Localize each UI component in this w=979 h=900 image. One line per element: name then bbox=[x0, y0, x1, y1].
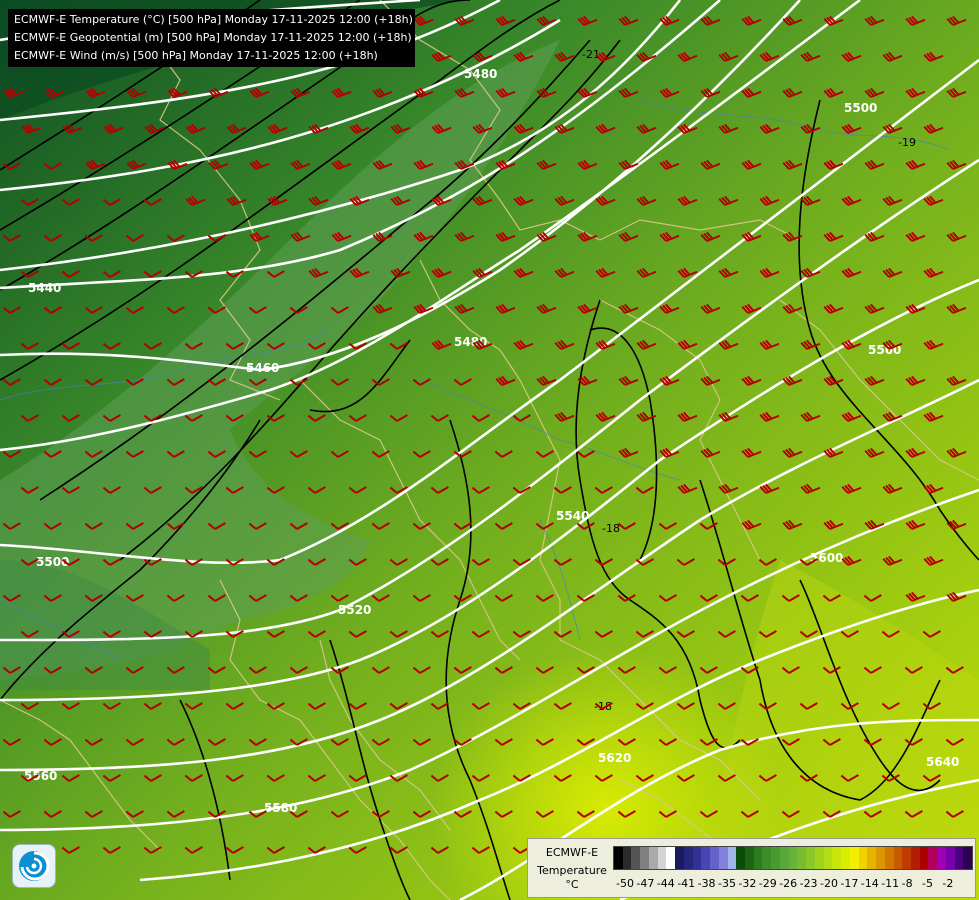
legend-swatch bbox=[797, 847, 807, 869]
legend-tick-label: -23 bbox=[799, 877, 818, 890]
legend-swatch bbox=[867, 847, 877, 869]
legend-tick-label: -38 bbox=[697, 877, 716, 890]
legend-swatch bbox=[753, 847, 763, 869]
legend-swatch bbox=[718, 847, 728, 869]
legend-tick-label: -5 bbox=[922, 877, 933, 890]
ecmwf-logo bbox=[12, 844, 56, 888]
legend-tick-label: -32 bbox=[738, 877, 757, 890]
isotherm-label: -19 bbox=[898, 136, 916, 149]
isohypse-label: 5440 bbox=[28, 281, 61, 295]
legend-tick-label: -35 bbox=[718, 877, 736, 890]
legend-tick-label: -20 bbox=[820, 877, 838, 890]
isohypse-label: 5620 bbox=[598, 751, 631, 765]
legend-swatch bbox=[614, 847, 623, 869]
legend-swatch bbox=[771, 847, 780, 869]
legend-tick-label: -50 bbox=[616, 877, 634, 890]
legend-unit: °C bbox=[565, 878, 579, 891]
swirl-icon bbox=[19, 851, 50, 881]
legend-swatch bbox=[963, 847, 973, 869]
legend-swatch bbox=[806, 847, 815, 869]
isotherm-label: -18 bbox=[594, 700, 612, 713]
legend-subtitle: Temperature bbox=[537, 864, 607, 877]
temperature-legend: ECMWF-E Temperature °C -50 -47 -44 -41 -38 -3… bbox=[527, 838, 976, 898]
header-geopotential-line: ECMWF-E Geopotential (m) [500 hPa] Monda… bbox=[14, 31, 412, 44]
header-temperature-line: ECMWF-E Temperature (°C) [500 hPa] Monda… bbox=[14, 13, 413, 26]
legend-swatch bbox=[727, 847, 737, 869]
legend-tick-label: -8 bbox=[901, 877, 913, 890]
legend-tick-label: -41 bbox=[677, 877, 696, 890]
legend-swatch bbox=[692, 847, 702, 869]
legend-swatch bbox=[745, 847, 754, 869]
legend-swatch bbox=[666, 847, 676, 869]
legend-swatch bbox=[954, 847, 964, 869]
legend-tick-label: -29 bbox=[758, 877, 777, 890]
isotherm-label: -18 bbox=[602, 522, 620, 535]
isohypse-label: 5460 bbox=[246, 361, 279, 375]
legend-swatch bbox=[657, 847, 667, 869]
legend-tick-label: -17 bbox=[840, 877, 859, 890]
legend-swatch bbox=[710, 847, 719, 869]
legend-swatch bbox=[736, 847, 746, 869]
legend-swatch bbox=[631, 847, 641, 869]
legend-swatch bbox=[640, 847, 649, 869]
isohypse-label: 5480 bbox=[464, 67, 497, 81]
legend-tick-label: -11 bbox=[881, 877, 900, 890]
isohypse-label: 5540 bbox=[556, 509, 589, 523]
isohypse-label: 5600 bbox=[810, 551, 843, 565]
legend-swatch bbox=[937, 847, 946, 869]
legend-swatch bbox=[648, 847, 658, 869]
legend-swatch bbox=[945, 847, 955, 869]
legend-tick-label: -26 bbox=[779, 877, 798, 890]
legend-colorbar bbox=[613, 846, 973, 870]
legend-swatch bbox=[683, 847, 693, 869]
legend-tick-label: -14 bbox=[860, 877, 879, 890]
legend-swatch bbox=[849, 847, 859, 869]
legend-tick-label: -2 bbox=[942, 877, 954, 890]
legend-swatch bbox=[762, 847, 772, 869]
isohypse-label: 5520 bbox=[338, 603, 371, 617]
legend-tick-label: -47 bbox=[636, 877, 655, 890]
weather-map: 5440 5460 5480 5500 5520 5540 5560 5580 … bbox=[0, 0, 979, 900]
isohypse-label: 5640 bbox=[926, 755, 959, 769]
legend-swatch bbox=[858, 847, 868, 869]
legend-swatch bbox=[779, 847, 789, 869]
legend-swatch bbox=[701, 847, 711, 869]
legend-swatch bbox=[919, 847, 929, 869]
legend-title: ECMWF-E bbox=[545, 846, 599, 859]
legend-swatch bbox=[675, 847, 684, 869]
legend-swatch bbox=[832, 847, 842, 869]
legend-swatch bbox=[814, 847, 824, 869]
legend-swatch bbox=[893, 847, 903, 869]
legend-swatch bbox=[841, 847, 850, 869]
legend-swatch bbox=[788, 847, 798, 869]
legend-swatch bbox=[928, 847, 938, 869]
isohypse-label: 5500 bbox=[844, 101, 877, 115]
legend-swatch bbox=[902, 847, 911, 869]
legend-swatch bbox=[823, 847, 833, 869]
legend-swatch bbox=[622, 847, 632, 869]
legend-swatch bbox=[876, 847, 885, 869]
legend-swatch bbox=[884, 847, 894, 869]
header-wind-line: ECMWF-E Wind (m/s) [500 hPa] Monday 17-1… bbox=[14, 49, 378, 62]
legend-swatch bbox=[910, 847, 920, 869]
legend-tick-label: -44 bbox=[656, 877, 675, 890]
map-header: ECMWF-E Temperature (°C) [500 hPa] Monda… bbox=[8, 9, 415, 67]
